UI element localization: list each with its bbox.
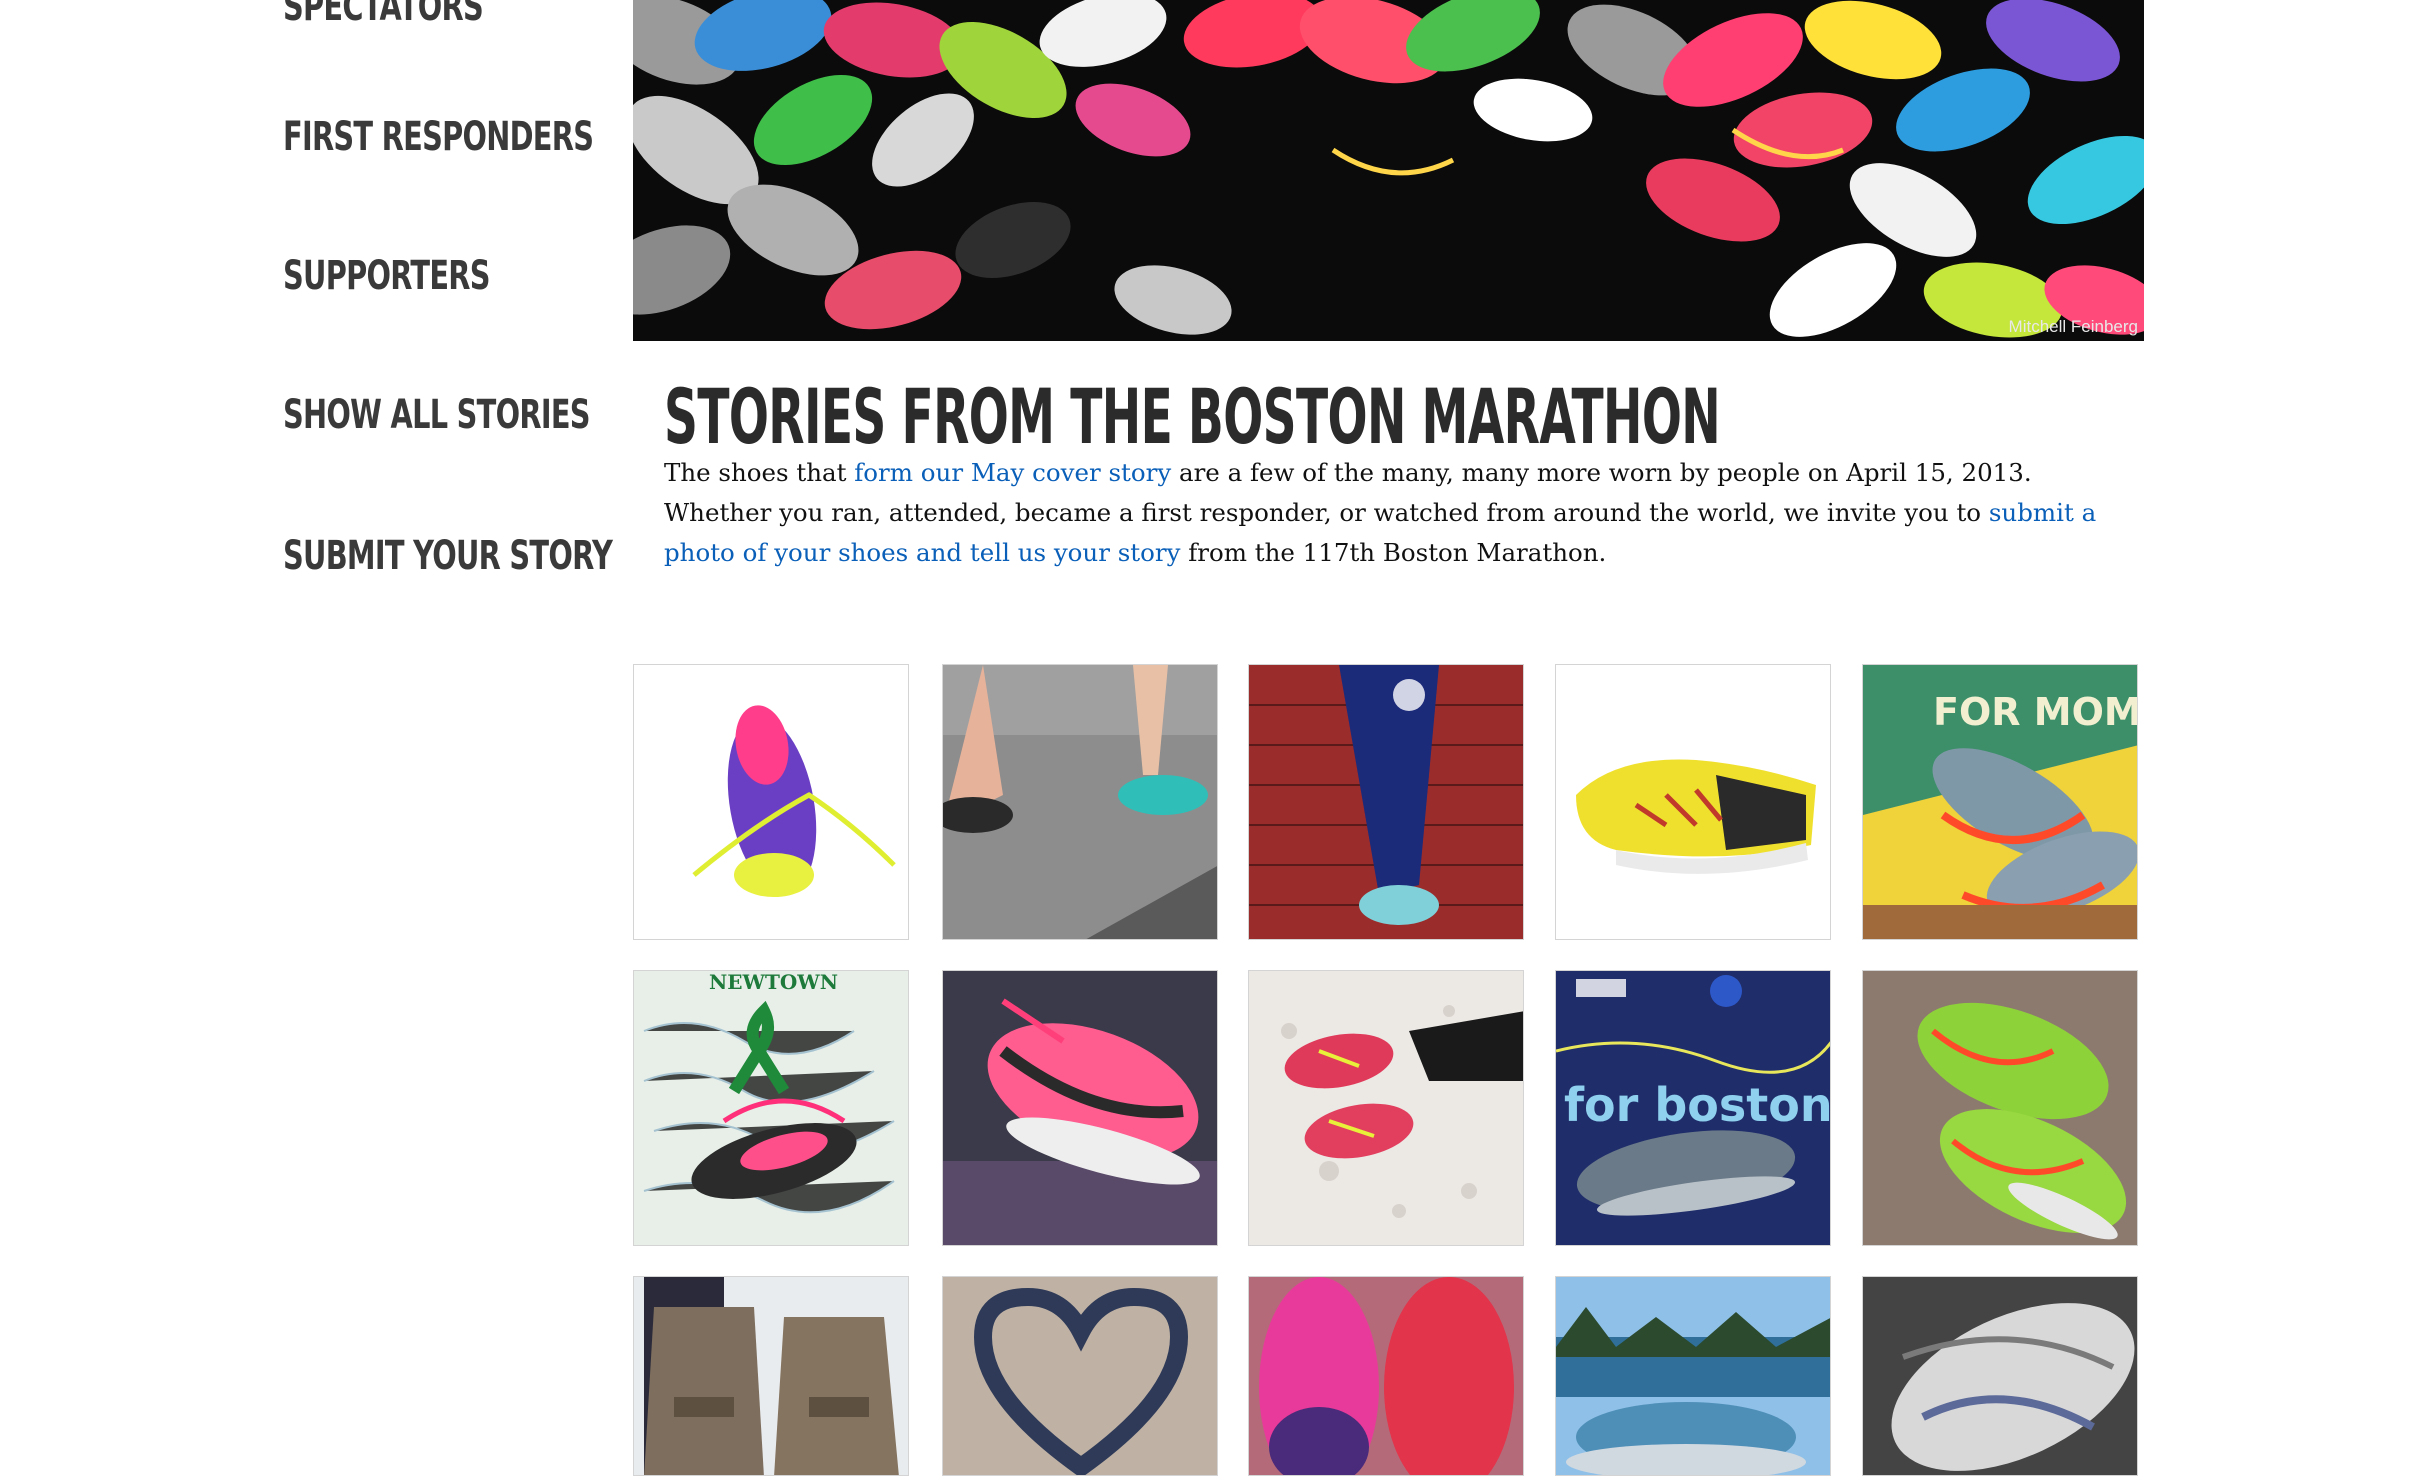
story-thumbnail[interactable] <box>942 970 1218 1246</box>
story-thumbnail[interactable]: for boston <box>1555 970 1831 1246</box>
cover-story-link[interactable]: form our May cover story <box>854 458 1171 487</box>
story-thumbnail[interactable] <box>942 664 1218 940</box>
story-thumbnail[interactable] <box>1862 970 2138 1246</box>
story-thumbnail[interactable]: NEWTOWN <box>633 970 909 1246</box>
nav-item-spectators[interactable]: Spectators <box>283 0 484 30</box>
photo-credit: Mitchell Feinberg <box>2008 317 2138 336</box>
intro-text-3: from the 117th Boston Marathon. <box>1180 538 1607 567</box>
hero-image: Mitchell Feinberg <box>633 0 2144 341</box>
tile-caption: NEWTOWN <box>709 971 838 994</box>
story-thumbnail[interactable]: FOR MOM <box>1862 664 2138 940</box>
page-title: Stories from the Boston Marathon <box>664 372 1721 461</box>
tile-caption: for boston <box>1564 1078 1831 1132</box>
tile-caption: FOR MOM <box>1933 690 2138 734</box>
story-thumbnail[interactable] <box>942 1276 1218 1476</box>
story-thumbnail[interactable] <box>633 1276 909 1476</box>
nav-item-show-all-stories[interactable]: Show All Stories <box>283 392 591 438</box>
nav-item-first-responders[interactable]: First Responders <box>283 114 594 160</box>
intro-paragraph: The shoes that form our May cover story … <box>664 453 2124 573</box>
shoe-collage-image <box>633 0 2144 341</box>
story-thumbnail[interactable] <box>1248 1276 1524 1476</box>
story-thumbnail[interactable] <box>1555 664 1831 940</box>
story-thumbnail[interactable] <box>1862 1276 2138 1476</box>
story-thumbnail[interactable] <box>1555 1276 1831 1476</box>
story-thumbnail[interactable] <box>1248 970 1524 1246</box>
story-thumbnail[interactable] <box>633 664 909 940</box>
intro-text-1: The shoes that <box>664 458 855 487</box>
story-thumbnail[interactable] <box>1248 664 1524 940</box>
nav-item-supporters[interactable]: Supporters <box>283 253 490 299</box>
nav-item-submit-your-story[interactable]: Submit Your Story <box>283 533 613 579</box>
